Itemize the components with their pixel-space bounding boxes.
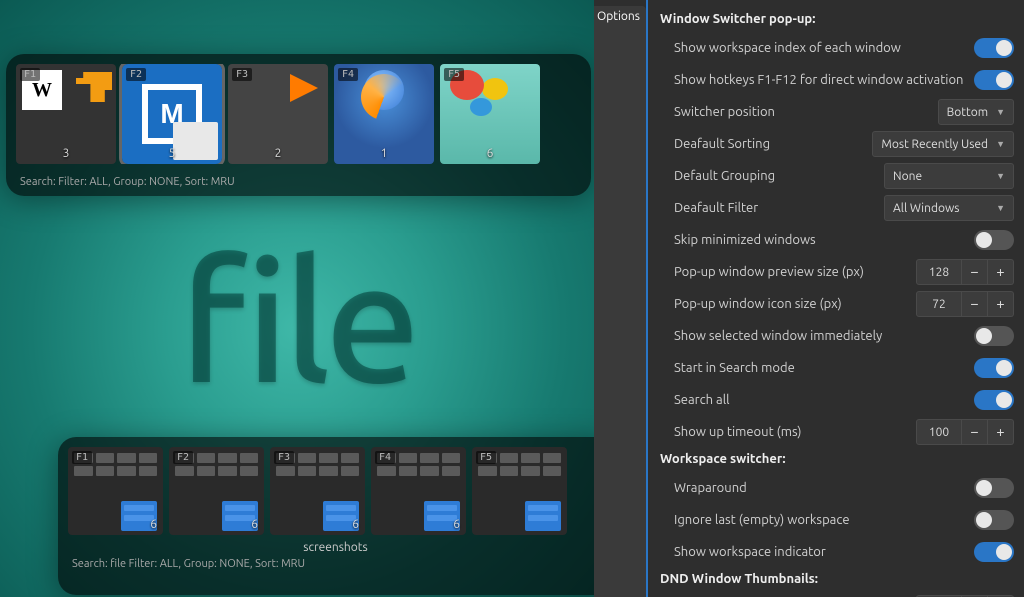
options-tab[interactable]: Options <box>594 0 648 597</box>
dropdown-default-filter[interactable]: All Windows ▼ <box>884 195 1014 221</box>
stepper-value[interactable]: 100 <box>916 419 962 445</box>
label-show-indicator: Show workspace indicator <box>674 545 974 559</box>
label-show-workspace-index: Show workspace index of each window <box>674 41 974 55</box>
dropdown-value: All Windows <box>893 202 960 215</box>
workspace-index: 3 <box>63 147 70 160</box>
toggle-show-selected-immediately[interactable] <box>974 326 1014 346</box>
chevron-down-icon: ▼ <box>996 171 1005 181</box>
stepper-preview-size[interactable]: 128 − + <box>916 259 1014 285</box>
selected-window-title: screenshots <box>68 535 594 556</box>
window-switcher-popup-top: W F1 3 M F2 5 F3 2 F4 1 F5 6 <box>6 54 591 196</box>
window-thumb[interactable]: F5 6 <box>440 64 540 164</box>
label-ignore-last: Ignore last (empty) workspace <box>674 513 974 527</box>
label-wraparound: Wraparound <box>674 481 974 495</box>
hotkey-badge: F5 <box>444 68 464 81</box>
hotkey-badge: F2 <box>173 451 193 464</box>
dropdown-value: None <box>893 170 922 183</box>
toggle-search-all[interactable] <box>974 390 1014 410</box>
hotkey-badge: F3 <box>232 68 252 81</box>
label-default-filter: Deafault Filter <box>674 201 884 215</box>
stepper-value[interactable]: 128 <box>916 259 962 285</box>
window-thumb[interactable]: M F2 5 <box>122 64 222 164</box>
dropdown-default-grouping[interactable]: None ▼ <box>884 163 1014 189</box>
window-thumb[interactable]: F5 <box>472 447 567 535</box>
chevron-down-icon: ▼ <box>996 139 1005 149</box>
stepper-show-up-timeout[interactable]: 100 − + <box>916 419 1014 445</box>
toggle-skip-minimized[interactable] <box>974 230 1014 250</box>
stepper-minus-button[interactable]: − <box>962 419 988 445</box>
section-header-dnd: DND Window Thumbnails: <box>660 572 1014 586</box>
toggle-show-indicator[interactable] <box>974 542 1014 562</box>
options-tab-label: Options <box>591 6 646 597</box>
workspace-index: 1 <box>381 147 388 160</box>
toggle-start-search[interactable] <box>974 358 1014 378</box>
toggle-show-hotkeys[interactable] <box>974 70 1014 90</box>
workspace-index: 2 <box>275 147 282 160</box>
hotkey-badge: F1 <box>20 68 40 81</box>
dropdown-value: Most Recently Used <box>881 138 988 151</box>
workspace-index: 6 <box>150 518 157 531</box>
chevron-down-icon: ▼ <box>996 203 1005 213</box>
dropdown-value: Bottom <box>947 106 988 119</box>
label-default-grouping: Default Grouping <box>674 169 884 183</box>
window-thumb[interactable]: F4 1 <box>334 64 434 164</box>
thumbnail-row: F1 6 F2 6 F3 6 F4 6 F5 <box>68 447 594 535</box>
thumbnail-row: W F1 3 M F2 5 F3 2 F4 1 F5 6 <box>16 64 581 164</box>
dropdown-switcher-position[interactable]: Bottom ▼ <box>938 99 1014 125</box>
workspace-index: 6 <box>453 518 460 531</box>
preview-pane: file W F1 3 M F2 5 F3 2 F4 1 <box>0 0 594 597</box>
workspace-index: 6 <box>251 518 258 531</box>
window-thumb[interactable]: F3 6 <box>270 447 365 535</box>
hotkey-badge: F4 <box>375 451 395 464</box>
window-thumb[interactable]: F4 6 <box>371 447 466 535</box>
settings-pane: Options Window Switcher pop-up: Show wor… <box>594 0 1024 597</box>
label-icon-size: Pop-up window icon size (px) <box>674 297 916 311</box>
toggle-show-workspace-index[interactable] <box>974 38 1014 58</box>
label-switcher-position: Switcher position <box>674 105 938 119</box>
window-thumb[interactable]: W F1 3 <box>16 64 116 164</box>
stepper-plus-button[interactable]: + <box>988 291 1014 317</box>
label-search-all: Search all <box>674 393 974 407</box>
workspace-index: 6 <box>487 147 494 160</box>
label-show-up-timeout: Show up timeout (ms) <box>674 425 916 439</box>
stepper-plus-button[interactable]: + <box>988 259 1014 285</box>
workspace-index: 5 <box>169 147 176 160</box>
stepper-minus-button[interactable]: − <box>962 259 988 285</box>
label-show-hotkeys: Show hotkeys F1-F12 for direct window ac… <box>674 73 974 87</box>
hotkey-badge: F5 <box>476 451 496 464</box>
background-text: file <box>0 225 594 415</box>
switcher-status: Search: file Filter: ALL, Group: NONE, S… <box>68 556 594 570</box>
toggle-wraparound[interactable] <box>974 478 1014 498</box>
stepper-icon-size[interactable]: 72 − + <box>916 291 1014 317</box>
label-default-sorting: Deafault Sorting <box>674 137 872 151</box>
label-skip-minimized: Skip minimized windows <box>674 233 974 247</box>
toggle-ignore-last[interactable] <box>974 510 1014 530</box>
workspace-index: 6 <box>352 518 359 531</box>
section-header-window-switcher: Window Switcher pop-up: <box>660 12 1014 26</box>
stepper-minus-button[interactable]: − <box>962 291 988 317</box>
label-preview-size: Pop-up window preview size (px) <box>674 265 916 279</box>
window-thumb[interactable]: F1 6 <box>68 447 163 535</box>
stepper-value[interactable]: 72 <box>916 291 962 317</box>
hotkey-badge: F3 <box>274 451 294 464</box>
window-thumb[interactable]: F2 6 <box>169 447 264 535</box>
window-thumb[interactable]: F3 2 <box>228 64 328 164</box>
section-header-workspace-switcher: Workspace switcher: <box>660 452 1014 466</box>
stepper-plus-button[interactable]: + <box>988 419 1014 445</box>
chevron-down-icon: ▼ <box>996 107 1005 117</box>
hotkey-badge: F4 <box>338 68 358 81</box>
hotkey-badge: F1 <box>72 451 92 464</box>
settings-body: Window Switcher pop-up: Show workspace i… <box>648 0 1024 597</box>
window-switcher-popup-bottom: F1 6 F2 6 F3 6 F4 6 F5 <box>58 437 594 595</box>
dropdown-default-sorting[interactable]: Most Recently Used ▼ <box>872 131 1014 157</box>
label-show-selected-immediately: Show selected window immediately <box>674 329 974 343</box>
hotkey-badge: F2 <box>126 68 146 81</box>
switcher-status: Search: Filter: ALL, Group: NONE, Sort: … <box>16 164 581 188</box>
label-start-search: Start in Search mode <box>674 361 974 375</box>
